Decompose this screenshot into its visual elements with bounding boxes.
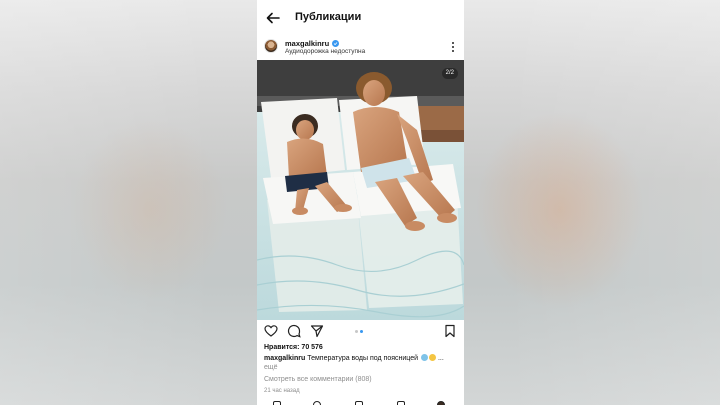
carousel-dot (355, 330, 358, 333)
post-header: maxgalkinru Аудиодорожка недоступна (257, 36, 464, 60)
search-icon[interactable] (313, 401, 321, 405)
avatar[interactable] (264, 39, 278, 53)
top-bar: Публикации (257, 0, 464, 36)
winking-face-emoji-icon (428, 354, 436, 361)
post-time: 21 час назад (264, 388, 300, 394)
carousel-dot-active (360, 330, 363, 333)
home-icon[interactable] (273, 401, 281, 405)
post-actions (257, 322, 464, 340)
comment-icon[interactable] (287, 324, 301, 338)
share-icon[interactable] (310, 324, 324, 338)
caption-more-link[interactable]: ещё (264, 364, 278, 371)
profile-icon[interactable] (437, 401, 445, 405)
username-row: maxgalkinru (285, 39, 340, 48)
instagram-post-screen: Публикации maxgalkinru Аудиодорожка недо… (257, 0, 464, 405)
caption-ellipsis: ... (437, 355, 444, 362)
arrow-left-icon[interactable] (265, 10, 281, 26)
carousel-indicator (355, 330, 363, 333)
likes-count[interactable]: Нравится: 70 576 (264, 344, 323, 351)
post-caption: maxgalkinru Температура воды под поясниц… (264, 354, 460, 363)
more-vertical-icon[interactable] (450, 41, 456, 53)
post-photo[interactable]: 2/2 (257, 60, 464, 320)
caption-username[interactable]: maxgalkinru (264, 355, 305, 362)
cold-face-emoji-icon (420, 354, 428, 361)
caption-text: Температура воды под поясницей (307, 355, 419, 362)
bookmark-icon[interactable] (443, 324, 457, 338)
page-title: Публикации (295, 11, 362, 23)
audio-unavailable-note[interactable]: Аудиодорожка недоступна (285, 48, 365, 55)
shop-icon[interactable] (397, 401, 405, 405)
pool-photo-image (257, 60, 464, 320)
reels-icon[interactable] (355, 401, 363, 405)
photo-counter: 2/2 (441, 68, 458, 79)
username[interactable]: maxgalkinru (285, 39, 329, 48)
heart-icon[interactable] (264, 324, 278, 338)
view-all-comments-link[interactable]: Смотреть все комментарии (808) (264, 376, 372, 383)
bottom-nav (257, 398, 464, 405)
verified-badge-icon (332, 40, 340, 47)
